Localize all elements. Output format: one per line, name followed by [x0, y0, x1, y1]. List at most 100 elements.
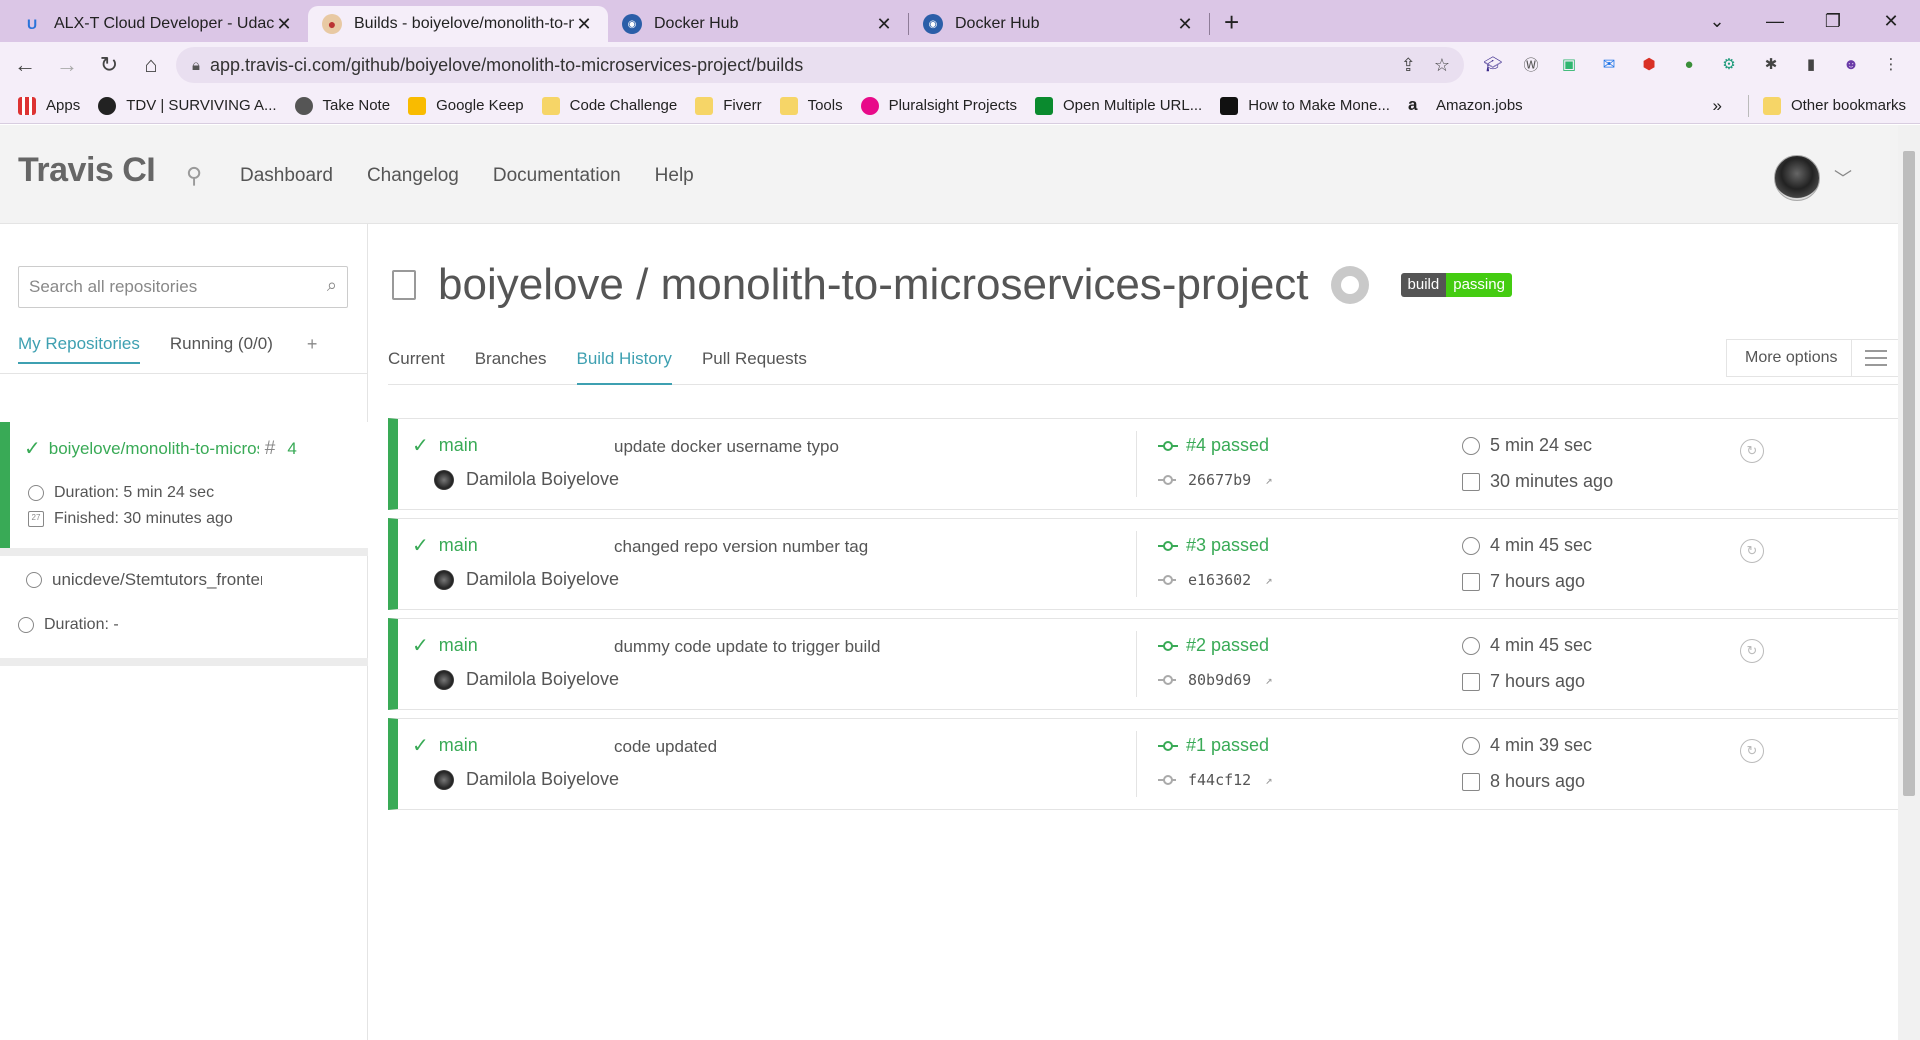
close-window-icon[interactable]: ✕: [1862, 11, 1920, 32]
bookmark-fiverr[interactable]: Fiverr: [695, 96, 762, 115]
side-panel-icon[interactable]: ▮: [1796, 49, 1826, 79]
nav-help[interactable]: Help: [655, 165, 694, 187]
extension-new-icon[interactable]: ✉: [1594, 49, 1624, 79]
build-row[interactable]: ✓ main Damilola Boiyelove dummy code upda…: [388, 618, 1900, 710]
user-menu[interactable]: ﹀: [1774, 155, 1852, 201]
external-link-icon[interactable]: ↗: [1265, 573, 1272, 587]
branch-link[interactable]: ✓ main: [412, 533, 478, 558]
commit-sha-link[interactable]: 26677b9 ↗: [1158, 471, 1272, 489]
menu-kebab-icon[interactable]: ⋮: [1876, 49, 1906, 79]
commit-message[interactable]: code updated: [614, 737, 717, 757]
status-badge[interactable]: build passing: [1400, 273, 1512, 297]
close-tab-icon[interactable]: ✕: [574, 14, 594, 35]
back-icon[interactable]: ←: [8, 52, 42, 78]
extension-icon[interactable]: 🎓︎: [1478, 49, 1508, 79]
tab-current[interactable]: Current: [388, 339, 445, 385]
nav-documentation[interactable]: Documentation: [493, 165, 621, 187]
lock-icon[interactable]: 🔒︎: [192, 57, 200, 74]
commit-message[interactable]: update docker username typo: [614, 437, 839, 457]
other-bookmarks[interactable]: Other bookmarks: [1762, 96, 1906, 115]
add-repository-button[interactable]: +: [307, 334, 318, 363]
bookmark-pluralsight[interactable]: Pluralsight Projects: [860, 96, 1017, 115]
tab-my-repositories[interactable]: My Repositories: [18, 334, 140, 364]
extension-icon[interactable]: ▣: [1554, 49, 1584, 79]
more-options-button[interactable]: More options: [1726, 339, 1900, 377]
bookmark-star-icon[interactable]: ☆: [1434, 55, 1450, 76]
profile-avatar-icon[interactable]: ☻: [1836, 49, 1866, 79]
nav-dashboard[interactable]: Dashboard: [240, 165, 333, 187]
page-title[interactable]: boiyelove / monolith-to-microservices-pr…: [438, 260, 1309, 310]
search-icon[interactable]: ⌕: [327, 275, 337, 296]
bookmark-google-keep[interactable]: Google Keep: [408, 96, 524, 115]
bookmark-open-multiple-url[interactable]: Open Multiple URL...: [1034, 96, 1202, 115]
bookmark-tools[interactable]: Tools: [779, 96, 843, 115]
nav-changelog[interactable]: Changelog: [367, 165, 459, 187]
build-row[interactable]: ✓ main Damilola Boiyelove code updated #1…: [388, 718, 1900, 810]
external-link-icon[interactable]: ↗: [1265, 473, 1272, 487]
sidebar-repo-item[interactable]: ✓ boiyelove/monolith-to-microservices-pr…: [0, 422, 368, 548]
restart-build-icon[interactable]: ↻: [1740, 439, 1764, 463]
browser-tab-dockerhub-1[interactable]: ◉ Docker Hub ✕: [608, 6, 908, 42]
chevron-down-icon[interactable]: ﹀: [1834, 165, 1852, 191]
build-row[interactable]: ✓ main Damilola Boiyelove update docker u…: [388, 418, 1900, 510]
adblock-icon[interactable]: ⬢: [1634, 49, 1664, 79]
bookmark-how-to-make-money[interactable]: How to Make Mone...: [1220, 96, 1390, 115]
scrollbar-thumb[interactable]: [1903, 151, 1915, 796]
sidebar-repo-item[interactable]: unicdeve/Stemtutors_frontend Duration: -: [0, 556, 368, 666]
bookmark-apps[interactable]: Apps: [18, 96, 80, 115]
page-scrollbar[interactable]: [1898, 125, 1920, 1040]
commit-sha-link[interactable]: e163602 ↗: [1158, 571, 1272, 589]
repo-link[interactable]: ✓ boiyelove/monolith-to-microservices-pr…: [24, 436, 297, 461]
bookmark-take-note[interactable]: Take Note: [294, 96, 390, 115]
build-number-link[interactable]: #2 passed: [1158, 635, 1269, 656]
browser-tab-dockerhub-2[interactable]: ◉ Docker Hub ✕: [909, 6, 1209, 42]
build-number-link[interactable]: #1 passed: [1158, 735, 1269, 756]
travis-logo[interactable]: Travis CI: [18, 151, 156, 190]
minimize-icon[interactable]: —: [1746, 11, 1804, 32]
address-bar[interactable]: 🔒︎ app.travis-ci.com/github/boiyelove/mo…: [176, 47, 1464, 83]
build-number-link[interactable]: #4 passed: [1158, 435, 1269, 456]
bookmarks-more-button[interactable]: »: [1712, 96, 1721, 116]
extension-icon[interactable]: ⚙: [1714, 49, 1744, 79]
close-tab-icon[interactable]: ✕: [274, 14, 294, 35]
extensions-puzzle-icon[interactable]: ✱: [1756, 49, 1786, 79]
wordpress-extension-icon[interactable]: Ⓦ: [1516, 49, 1546, 79]
browser-tab-udacity[interactable]: U ALX-T Cloud Developer - Udacity ✕: [8, 6, 308, 42]
tab-pull-requests[interactable]: Pull Requests: [702, 339, 807, 385]
tab-build-history[interactable]: Build History: [576, 339, 672, 385]
github-icon[interactable]: [1330, 266, 1369, 304]
bookmark-code-challenge[interactable]: Code Challenge: [541, 96, 677, 115]
reload-icon[interactable]: ↻: [92, 52, 126, 78]
tab-search-icon[interactable]: ⌄: [1688, 11, 1746, 32]
restore-icon[interactable]: ❐: [1804, 11, 1862, 32]
branch-link[interactable]: ✓ main: [412, 433, 478, 458]
bookmark-tdv[interactable]: TDV | SURVIVING A...: [98, 96, 277, 115]
commit-message[interactable]: dummy code update to trigger build: [614, 637, 881, 657]
home-icon[interactable]: ⌂: [134, 52, 168, 78]
extension-icon[interactable]: ●: [1674, 49, 1704, 79]
restart-build-icon[interactable]: ↻: [1740, 639, 1764, 663]
restart-build-icon[interactable]: ↻: [1740, 739, 1764, 763]
forward-icon[interactable]: →: [50, 52, 84, 78]
search-input[interactable]: Search all repositories ⌕: [18, 266, 348, 308]
branch-link[interactable]: ✓ main: [412, 633, 478, 658]
avatar[interactable]: [1774, 155, 1820, 201]
browser-tab-travis[interactable]: ● Builds - boiyelove/monolith-to-m ✕: [308, 6, 608, 42]
tab-running[interactable]: Running (0/0): [170, 334, 273, 362]
new-tab-button[interactable]: +: [1224, 7, 1250, 38]
close-tab-icon[interactable]: ✕: [1175, 14, 1195, 35]
close-tab-icon[interactable]: ✕: [874, 14, 894, 35]
share-icon[interactable]: ⇪: [1401, 55, 1416, 76]
restart-build-icon[interactable]: ↻: [1740, 539, 1764, 563]
branch-link[interactable]: ✓ main: [412, 733, 478, 758]
hamburger-icon[interactable]: [1851, 340, 1899, 376]
external-link-icon[interactable]: ↗: [1265, 773, 1272, 787]
build-number-link[interactable]: #3 passed: [1158, 535, 1269, 556]
external-link-icon[interactable]: ↗: [1265, 673, 1272, 687]
commit-message[interactable]: changed repo version number tag: [614, 537, 868, 557]
build-number[interactable]: 4: [287, 439, 296, 459]
tab-branches[interactable]: Branches: [475, 339, 547, 385]
build-row[interactable]: ✓ main Damilola Boiyelove changed repo ve…: [388, 518, 1900, 610]
broadcast-icon[interactable]: ⚲: [186, 163, 202, 189]
bookmark-amazon-jobs[interactable]: a Amazon.jobs: [1408, 96, 1523, 115]
